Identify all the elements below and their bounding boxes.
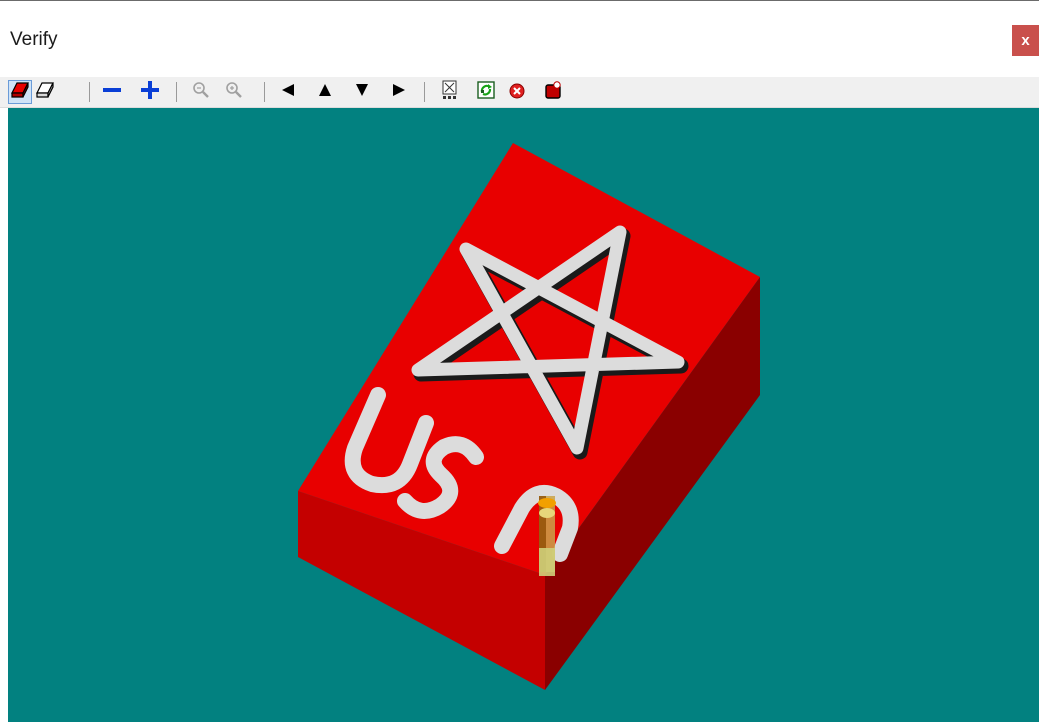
zoom-in-button[interactable]	[189, 80, 213, 104]
fit-view-button[interactable]	[438, 80, 462, 104]
minus-icon	[101, 79, 123, 106]
fit-box-icon	[441, 80, 459, 105]
rotate-up-button[interactable]	[313, 80, 337, 104]
toolbar-separator	[424, 82, 425, 102]
record-block-icon	[543, 80, 563, 105]
stop-circle-icon	[507, 80, 527, 105]
toolbar	[0, 77, 1039, 108]
stop-button[interactable]	[505, 80, 529, 104]
triangle-up-icon	[317, 82, 333, 103]
verify-window: Verify x	[0, 0, 1039, 722]
magnifier-icon	[191, 80, 211, 105]
triangle-left-icon	[280, 82, 296, 103]
record-button[interactable]	[541, 80, 565, 104]
simulation-viewport[interactable]	[8, 108, 1039, 722]
cutting-tool	[538, 496, 556, 576]
magnifier-icon	[224, 80, 244, 105]
plus-icon	[139, 79, 161, 106]
refresh-button[interactable]	[474, 80, 498, 104]
toolbar-separator	[89, 82, 90, 102]
rotate-left-button[interactable]	[276, 80, 300, 104]
solid-block-icon	[10, 81, 30, 104]
window-title: Verify	[10, 29, 58, 50]
close-button[interactable]: x	[1012, 25, 1039, 56]
toolbar-separator	[176, 82, 177, 102]
toolbar-separator	[264, 82, 265, 102]
wireframe-view-button[interactable]	[33, 80, 57, 104]
rotate-down-button[interactable]	[350, 80, 374, 104]
triangle-down-icon	[354, 82, 370, 103]
outline-block-icon	[35, 81, 55, 104]
shaded-solid-view-button[interactable]	[8, 80, 32, 104]
slower-button[interactable]	[100, 80, 124, 104]
refresh-icon	[476, 80, 496, 105]
faster-button[interactable]	[138, 80, 162, 104]
rotate-right-button[interactable]	[387, 80, 411, 104]
zoom-out-button[interactable]	[222, 80, 246, 104]
triangle-right-icon	[391, 82, 407, 103]
title-bar: Verify x	[0, 1, 1039, 77]
